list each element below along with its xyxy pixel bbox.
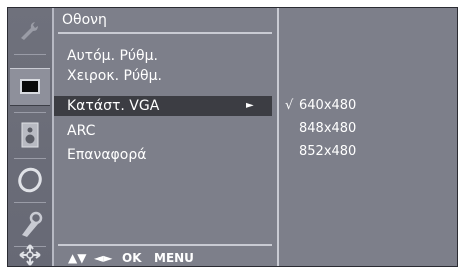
updown-arrows-icon: ▲▼ [68,251,87,265]
menu-item-reset[interactable]: Επαναφορά [54,145,272,165]
screen-menu: Οθονη Αυτόμ. Ρύθμ. Χειροκ. Ρύθμ. Κατάστ.… [54,8,277,266]
picture-icon[interactable] [10,68,50,106]
option-label: 852x480 [299,144,357,159]
clock-icon[interactable] [12,161,48,199]
menu-item-auto-config[interactable]: Αυτόμ. Ρύθμ. [54,46,272,66]
option-label: 848x480 [299,121,357,136]
osd-window: Οθονη Αυτόμ. Ρύθμ. Χειροκ. Ρύθμ. Κατάστ.… [7,7,458,267]
category-sidebar [8,8,54,266]
option-label: 640x480 [299,98,357,113]
wrench-icon[interactable] [12,12,48,50]
submenu-arrow-icon: ► [246,100,254,111]
vga-mode-submenu: √ 640x480 848x480 852x480 [279,8,457,266]
submenu-option-852x480[interactable]: 852x480 [285,144,356,159]
input-icon[interactable] [12,236,48,274]
menu-item-label: ARC [67,123,96,139]
menu-item-label: Χειροκ. Ρύθμ. [67,68,162,84]
menu-title: Οθονη [62,12,107,28]
check-icon: √ [285,98,294,113]
ok-hint: OK [122,251,142,265]
menu-item-label: Κατάστ. VGA [67,98,160,114]
menu-hint: MENU [154,251,194,265]
submenu-option-640x480[interactable]: √ 640x480 [285,98,356,113]
navigation-hint-bar: ▲▼ ◄► OK MENU [58,244,272,268]
menu-item-label: Αυτόμ. Ρύθμ. [67,48,158,64]
menu-item-manual-config[interactable]: Χειροκ. Ρύθμ. [54,66,272,86]
submenu-option-848x480[interactable]: 848x480 [285,121,356,136]
menu-item-label: Επαναφορά [67,147,147,163]
title-divider [58,32,272,34]
menu-item-vga-mode[interactable]: Κατάστ. VGA ► [54,96,272,116]
leftright-arrows-icon: ◄► [94,251,113,265]
menu-item-arc[interactable]: ARC [54,121,272,141]
speaker-icon[interactable] [12,116,48,154]
